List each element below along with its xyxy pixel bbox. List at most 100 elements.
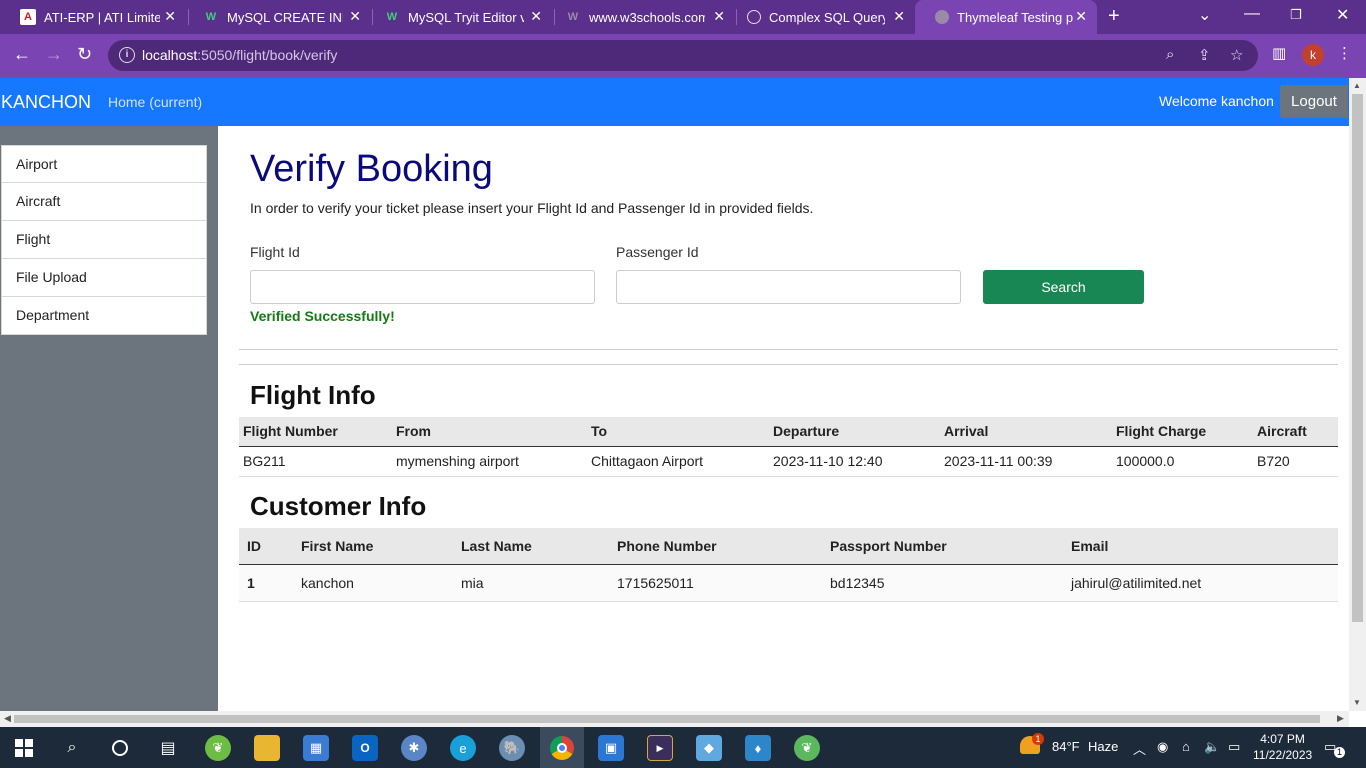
table-cell: 2023-11-11 00:39 [940,446,1112,477]
table-cell: mymenshing airport [392,446,587,477]
sidebar-item-department[interactable]: Department [1,297,207,335]
side-panel-icon[interactable]: ▥ [1272,44,1286,62]
customer-info-table: ID First Name Last Name Phone Number Pas… [239,528,1338,602]
divider [239,364,1338,365]
table-cell: Chittagaon Airport [587,446,769,477]
home-link[interactable]: Home (current) [108,94,202,110]
scroll-up-arrow-icon[interactable]: ▲ [1353,81,1361,90]
notification-icon[interactable]: ▭ 1 [1324,739,1345,758]
remote-desktop-icon[interactable]: ▣ [598,735,624,761]
success-message: Verified Successfully! [250,308,395,324]
new-tab-plus-icon[interactable]: + [1108,5,1120,28]
weather-icon[interactable]: 1 [1020,733,1044,757]
search-icon[interactable]: ⌕ [59,735,85,761]
network-app-icon[interactable]: ✱ [401,735,427,761]
scrollbar-thumb[interactable] [14,715,1320,723]
flight-info-table: Flight Number From To Departure Arrival … [239,417,1338,477]
system-clock[interactable]: 4:07 PM 11/22/2023 [1253,731,1312,763]
app-icon[interactable]: ♦ [745,735,771,761]
bookmark-star-icon[interactable]: ☆ [1230,46,1243,64]
chrome-icon [550,735,574,760]
address-bar[interactable]: i localhost:5050/flight/book/verify ⌕ ⇪ … [108,40,1258,71]
cortana-icon[interactable] [107,735,133,761]
flight-id-label: Flight Id [250,244,300,260]
close-icon[interactable]: ✕ [893,8,905,25]
chevron-up-icon[interactable]: ︿ [1133,739,1146,758]
menu-kebab-icon[interactable]: ⋮ [1337,44,1352,62]
postgresql-icon[interactable]: 🐘 [499,735,525,761]
reload-icon[interactable]: ↻ [77,44,92,65]
brand-logo[interactable]: KANCHON [1,92,91,113]
forward-arrow-icon[interactable]: → [45,44,63,65]
sidebar-item-airport[interactable]: Airport [1,145,207,183]
flight-id-input[interactable] [250,270,595,304]
chatgpt-icon [747,10,761,24]
terminal-app-icon[interactable]: ▶ [647,735,673,761]
display-icon[interactable]: ▭ [1228,739,1240,755]
scroll-down-arrow-icon[interactable]: ▼ [1353,698,1361,707]
browser-tab-active[interactable]: Thymeleaf Testing pr ✕ [915,0,1097,34]
restore-icon[interactable]: ❐ [1290,7,1302,23]
scroll-right-arrow-icon[interactable]: ▶ [1337,713,1344,724]
w3schools-icon: W [567,11,579,23]
file-explorer-icon[interactable] [254,735,280,761]
search-button[interactable]: Search [983,270,1144,304]
scrollbar-thumb[interactable] [1352,94,1363,622]
close-icon[interactable]: ✕ [1075,8,1087,25]
table-header-row: ID First Name Last Name Phone Number Pas… [239,528,1338,565]
browser-tab[interactable]: Complex SQL Query E ✕ [727,0,915,34]
browser-tab[interactable]: A ATI-ERP | ATI Limited ✕ [0,0,186,34]
browser-tab[interactable]: W MySQL Tryit Editor v1 ✕ [364,0,552,34]
close-icon[interactable]: ✕ [164,8,176,25]
column-header: Email [1063,528,1338,565]
spring-boot-icon[interactable]: ❦ [794,735,820,761]
zoom-search-icon[interactable]: ⌕ [1166,46,1174,63]
main-content: Verify Booking In order to verify your t… [218,126,1349,711]
microsoft-store-icon[interactable]: ▦ [303,735,329,761]
scroll-left-arrow-icon[interactable]: ◀ [4,713,11,724]
logout-button[interactable]: Logout [1280,85,1348,118]
close-icon[interactable]: ✕ [713,8,725,25]
vertical-scrollbar[interactable]: ▲ ▼ [1349,78,1366,711]
volume-icon[interactable]: 🔈 [1204,739,1220,755]
table-cell: 100000.0 [1112,446,1253,477]
clock-date: 11/22/2023 [1253,748,1313,762]
back-arrow-icon[interactable]: ← [13,44,31,65]
browser-tab[interactable]: W MySQL CREATE INDEX ✕ [183,0,371,34]
horizontal-scrollbar[interactable]: ◀ ▶ [0,711,1349,727]
table-cell: 1715625011 [609,564,822,602]
tab-search-chevron-icon[interactable]: ⌄ [1198,5,1211,25]
record-icon[interactable]: ◉ [1157,739,1168,755]
passenger-id-input[interactable] [616,270,961,304]
windows-start-icon[interactable] [11,735,37,761]
sidebar-item-file-upload[interactable]: File Upload [1,259,207,297]
share-icon[interactable]: ⇪ [1198,46,1211,64]
site-info-icon[interactable]: i [119,47,135,63]
column-header: Passport Number [822,528,1063,565]
profile-avatar[interactable]: k [1302,44,1324,66]
sidebar-item-aircraft[interactable]: Aircraft [1,183,207,221]
close-icon[interactable]: ✕ [530,8,542,25]
outlook-icon[interactable]: O [352,735,378,761]
minimize-icon[interactable]: — [1244,5,1260,23]
window-close-icon[interactable]: ✕ [1336,5,1349,25]
browser-tab[interactable]: W www.w3schools.com ✕ [545,0,735,34]
column-header: Aircraft [1253,417,1338,447]
network-icon[interactable]: ⌂ [1182,739,1190,754]
column-header: Flight Charge [1112,417,1253,447]
flight-info-heading: Flight Info [250,380,376,410]
weather-temp[interactable]: 84°F [1052,739,1080,754]
url-text[interactable]: localhost:5050/flight/book/verify [142,47,337,63]
spring-tool-icon[interactable]: ❦ [205,735,231,761]
tab-label: Complex SQL Query E [769,9,885,25]
passenger-id-label: Passenger Id [616,244,699,260]
virtualbox-icon[interactable]: ◆ [696,735,722,761]
sidebar-item-flight[interactable]: Flight [1,221,207,259]
chrome-taskbar-active[interactable] [540,727,584,768]
close-icon[interactable]: ✕ [349,8,361,25]
task-view-icon[interactable]: ▤ [155,735,181,761]
column-header: Last Name [453,528,609,565]
weather-text[interactable]: Haze [1088,739,1118,754]
edge-icon[interactable]: e [450,735,476,761]
tab-label: ATI-ERP | ATI Limited [44,9,160,25]
